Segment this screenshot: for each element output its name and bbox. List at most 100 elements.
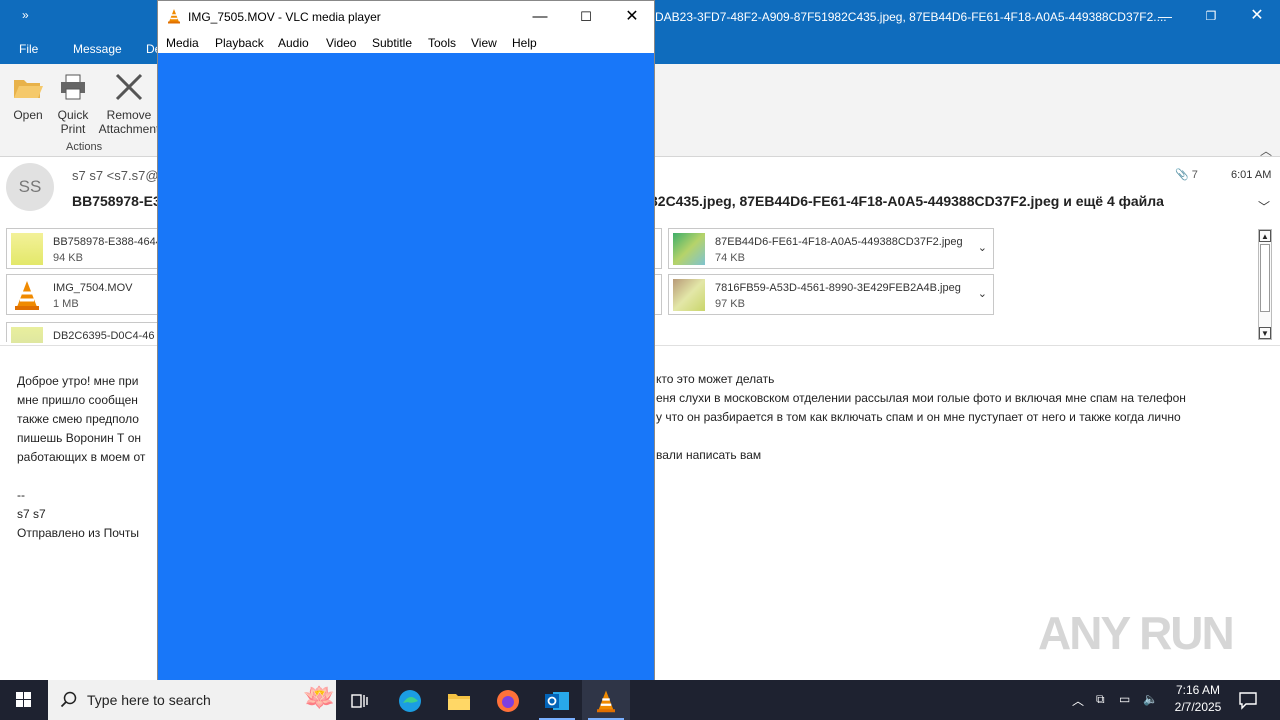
vlc-video-area[interactable] [158, 53, 654, 681]
attachment-name: DB2C6395-D0C4-46 [53, 330, 155, 342]
chevron-down-icon[interactable]: ⌄ [978, 287, 987, 300]
body-line: s7 s7 [17, 507, 46, 521]
attachment-scrollbar[interactable]: ▲ ▼ [1258, 229, 1272, 340]
taskbar-file-explorer[interactable] [435, 680, 483, 720]
vlc-menu-subtitle[interactable]: Subtitle [372, 36, 412, 50]
task-view-button[interactable] [336, 680, 384, 720]
avatar: SS [6, 163, 54, 211]
notifications-icon[interactable] [1238, 690, 1258, 710]
volume-icon[interactable]: 🔈 [1143, 692, 1158, 706]
vlc-menu-playback[interactable]: Playback [215, 36, 264, 50]
minimize-button[interactable]: — [1142, 4, 1188, 28]
attachment-count: 📎 7 [1175, 168, 1198, 181]
attachment-item[interactable]: DB2C6395-D0C4-46 [6, 322, 166, 343]
lotus-icon: 🪷 [303, 682, 336, 712]
vlc-window: IMG_7505.MOV - VLC media player — ☐ ✕ Me… [157, 0, 655, 681]
vlc-menu-audio[interactable]: Audio [278, 36, 309, 50]
printer-icon [61, 74, 85, 100]
quick-print-button[interactable]: Quick Print [52, 72, 94, 136]
chevron-down-icon[interactable]: ⌄ [978, 241, 987, 254]
attachment-name: 87EB44D6-FE61-4F18-A0A5-449388CD37F2.jpe… [715, 236, 963, 248]
scroll-down-icon[interactable]: ▼ [1259, 327, 1271, 339]
attachment-size: 97 KB [715, 298, 745, 310]
menu-message[interactable]: Message [73, 42, 122, 56]
scroll-thumb[interactable] [1260, 244, 1270, 312]
vlc-menu-video[interactable]: Video [326, 36, 356, 50]
folder-icon [448, 693, 470, 710]
image-thumbnail [673, 233, 705, 265]
menu-file[interactable]: File [19, 42, 38, 56]
attachment-name: 7816FB59-A53D-4561-8990-3E429FEB2A4B.jpe… [715, 282, 961, 294]
body-line: -- [17, 488, 25, 502]
received-time: 6:01 AM [1231, 169, 1272, 181]
attachment-item[interactable]: BB758978-E388-4644 94 KB [6, 228, 166, 269]
remove-attachment-button[interactable]: Remove Attachment [98, 72, 160, 136]
vlc-menu-view[interactable]: View [471, 36, 497, 50]
vlc-close-button[interactable]: ✕ [609, 4, 655, 30]
attachment-count-value: 7 [1191, 169, 1198, 181]
remove-x-icon [115, 73, 143, 101]
taskbar-vlc[interactable] [582, 680, 630, 720]
ethernet-icon[interactable]: ▭ [1119, 692, 1130, 706]
paperclip-icon: 📎 [1175, 169, 1189, 181]
windows-logo-icon [16, 692, 31, 707]
vlc-cone-icon [597, 690, 615, 713]
search-placeholder: Type here to search [87, 692, 211, 708]
restore-button[interactable]: ❐ [1188, 4, 1234, 28]
image-thumbnail [673, 279, 705, 311]
show-hidden-icons[interactable]: ︿ [1072, 692, 1084, 709]
sender[interactable]: s7 s7 <s7.s7@ [72, 168, 159, 183]
attachment-name: BB758978-E388-4644 [53, 236, 162, 248]
expand-header-icon[interactable]: ﹀ [1258, 198, 1270, 215]
start-button[interactable] [0, 680, 48, 720]
attachment-size: 94 KB [53, 252, 83, 264]
remove-label: Remove [106, 108, 152, 122]
outlook-icon [545, 691, 569, 710]
vlc-title-bar[interactable]: IMG_7505.MOV - VLC media player — ☐ ✕ [158, 1, 654, 32]
task-view-icon [351, 694, 368, 708]
quick-print-label: Quick [57, 108, 89, 122]
taskbar-outlook[interactable] [533, 680, 581, 720]
attachment-size: 74 KB [715, 252, 745, 264]
vlc-menu-media[interactable]: Media [166, 36, 199, 50]
attachment-item[interactable]: IMG_7504.MOV 1 MB [6, 274, 166, 315]
attachment-item[interactable]: 87EB44D6-FE61-4F18-A0A5-449388CD37F2.jpe… [668, 228, 994, 269]
scroll-up-icon[interactable]: ▲ [1259, 230, 1271, 242]
body-line-right: еня слухи в московском отделении рассыла… [656, 391, 1186, 405]
remove-label-2: Attachment [98, 122, 160, 136]
open-label: Open [13, 108, 43, 122]
firefox-icon [497, 689, 519, 712]
body-line: Отправлено из Почты [17, 526, 140, 540]
vlc-cone-icon [168, 9, 180, 24]
vlc-menu-tools[interactable]: Tools [428, 36, 456, 50]
body-line: мне пришло сообщен [17, 393, 138, 407]
message-body: Доброе утро! мне при мне пришло сообщен … [17, 372, 145, 543]
body-line [17, 467, 145, 486]
attachment-size: 1 MB [53, 298, 79, 310]
quick-print-label-2: Print [60, 122, 86, 136]
edge-icon [399, 689, 421, 712]
attachment-item[interactable]: 7816FB59-A53D-4561-8990-3E429FEB2A4B.jpe… [668, 274, 994, 315]
body-line: пишешь Воронин Т он [17, 431, 141, 445]
body-line-right: кто это может делать [656, 372, 775, 386]
body-line: работающих в моем от [17, 450, 146, 464]
taskbar-clock[interactable]: 7:16 AM 2/7/2025 [1166, 682, 1230, 716]
close-button[interactable]: ✕ [1234, 4, 1280, 28]
vlc-maximize-button[interactable]: ☐ [563, 4, 609, 30]
open-button[interactable]: Open [8, 72, 48, 122]
taskbar-firefox[interactable] [484, 680, 532, 720]
image-thumbnail [11, 327, 43, 343]
vlc-menu-help[interactable]: Help [512, 36, 537, 50]
ribbon-group-label: Actions [66, 141, 103, 153]
vlc-menu-bar: Media Playback Audio Video Subtitle Tool… [158, 32, 654, 53]
collapse-ribbon-icon[interactable]: ︿ [1260, 142, 1272, 159]
subject-right: 32C435.jpeg, 87EB44D6-FE61-4F18-A0A5-449… [650, 193, 1164, 209]
subject-left: BB758978-E3 [72, 193, 161, 209]
vlc-minimize-button[interactable]: — [517, 4, 563, 30]
quick-access-icon[interactable]: » [22, 8, 29, 22]
taskbar-edge[interactable] [386, 680, 434, 720]
network-icon[interactable]: ⧉ [1096, 692, 1105, 707]
vlc-window-title: IMG_7505.MOV - VLC media player [188, 10, 381, 24]
clock-time: 7:16 AM [1175, 683, 1221, 697]
taskbar-search[interactable]: Type here to search 🪷 [48, 680, 336, 720]
